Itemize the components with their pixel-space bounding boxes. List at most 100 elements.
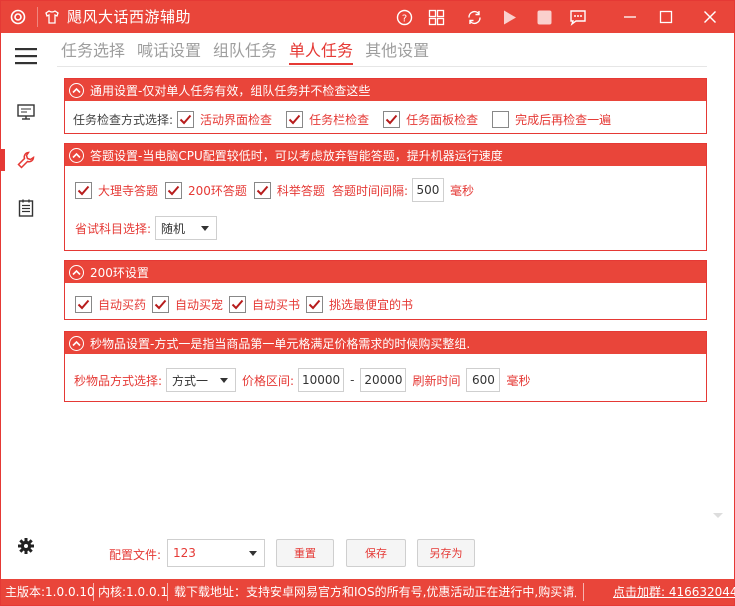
- subject-row: 省试科目选择: 随机: [75, 216, 218, 240]
- ring200-options-row: 自动买药 自动买宠 自动买书 挑选最便宜的书: [75, 293, 413, 315]
- close-icon[interactable]: [701, 8, 719, 26]
- method-value: 方式一: [172, 373, 209, 388]
- chat-icon[interactable]: [569, 8, 587, 26]
- play-icon[interactable]: [500, 8, 518, 26]
- checkbox-label: 任务面板检查: [406, 112, 479, 127]
- tab-shout-settings[interactable]: 喊话设置: [137, 39, 201, 65]
- checkbox-label: 科举答题: [276, 183, 325, 198]
- config-file-dropdown[interactable]: 123: [167, 539, 265, 567]
- checkbox-auto-buy-pet[interactable]: [152, 295, 170, 313]
- refresh-time-label: 刷新时间: [412, 373, 461, 388]
- sidebar-active-indicator: [1, 149, 5, 171]
- price-range-label: 价格区间:: [242, 373, 295, 388]
- minimize-icon[interactable]: [621, 8, 639, 26]
- seckill-row: 秒物品方式选择: 方式一 价格区间: 10000 - 20000 刷新时间 60…: [74, 368, 530, 392]
- checkbox-label: 大理寺答题: [98, 183, 159, 198]
- tab-task-select[interactable]: 任务选择: [61, 39, 125, 65]
- title-bar: 飓风大话西游辅助 ?: [1, 1, 734, 33]
- wrench-settings-icon[interactable]: [14, 149, 38, 171]
- svg-text:?: ?: [401, 13, 406, 24]
- tab-team-tasks[interactable]: 组队任务: [213, 39, 277, 65]
- collapse-chevron-icon[interactable]: [69, 335, 84, 351]
- checkbox-auto-buy-book[interactable]: [229, 295, 247, 313]
- checkbox-activity-check[interactable]: [177, 110, 195, 128]
- dropdown-arrow-icon: [249, 551, 257, 556]
- price-min-input[interactable]: 10000: [298, 368, 345, 392]
- skin-shirt-icon[interactable]: [43, 8, 61, 26]
- main-version: 主版本:1.0.0.10: [5, 585, 95, 599]
- stop-icon[interactable]: [535, 8, 553, 26]
- method-dropdown[interactable]: 方式一: [166, 368, 237, 392]
- checkbox-label: 自动买药: [98, 297, 147, 312]
- subject-value: 随机: [161, 221, 186, 236]
- notes-list-icon[interactable]: [14, 197, 38, 219]
- panel-header[interactable]: 200环设置: [65, 261, 706, 283]
- price-max-input[interactable]: 20000: [360, 368, 407, 392]
- interval-input[interactable]: 500: [411, 178, 444, 202]
- checkbox-200ring-quiz[interactable]: [165, 181, 183, 199]
- grid-apps-icon[interactable]: [427, 8, 445, 26]
- subject-dropdown[interactable]: 随机: [155, 216, 218, 240]
- collapse-chevron-icon[interactable]: [69, 264, 84, 280]
- tab-solo-tasks[interactable]: 单人任务: [289, 39, 354, 65]
- checkbox-label: 200环答题: [188, 183, 247, 198]
- gear-icon[interactable]: [14, 535, 38, 557]
- method-label: 秒物品方式选择:: [74, 373, 163, 388]
- dropdown-arrow-icon: [201, 226, 210, 231]
- ring200-settings-panel: 200环设置 自动买药 自动买宠 自动买书 挑选最便宜的书: [64, 260, 707, 320]
- save-as-button[interactable]: 另存为: [417, 539, 475, 567]
- checkbox-label: 任务栏检查: [309, 112, 370, 127]
- reset-button[interactable]: 重置: [276, 539, 334, 567]
- marquee-notice: 载下载地址：支持安卓网易官方和IOS的所有号,优惠活动正在进行中,购买请点: [174, 585, 576, 599]
- checkbox-label: 完成后再检查一遍: [515, 112, 612, 127]
- panel-title: 通用设置-仅对单人任务有效，组队任务并不检查这些: [90, 83, 371, 98]
- status-separator: [93, 583, 94, 601]
- window-title: 飓风大话西游辅助: [67, 8, 192, 26]
- status-bar: 主版本:1.0.0.10 内核:1.0.0.1 载下载地址：支持安卓网易官方和I…: [1, 579, 735, 605]
- checkbox-dali-quiz[interactable]: [75, 181, 92, 199]
- checkbox-taskpanel-check[interactable]: [383, 110, 401, 128]
- panel-title: 答题设置-当电脑CPU配置较低时，可以考虑放弃智能答题，提升机器运行速度: [90, 148, 503, 163]
- interval-label: 答题时间间隔:: [331, 183, 408, 198]
- config-file-value: 123: [173, 546, 196, 560]
- panel-header[interactable]: 答题设置-当电脑CPU配置较低时，可以考虑放弃智能答题，提升机器运行速度: [65, 144, 706, 166]
- app-logo-icon: [9, 8, 27, 26]
- monitor-icon[interactable]: [14, 101, 38, 123]
- checkbox-imperial-exam-quiz[interactable]: [253, 181, 271, 199]
- checkbox-auto-buy-medicine[interactable]: [75, 295, 92, 313]
- checkbox-taskbar-check[interactable]: [286, 110, 304, 128]
- panel-title: 200环设置: [90, 265, 149, 280]
- dropdown-arrow-icon: [220, 378, 229, 383]
- panel-header[interactable]: 通用设置-仅对单人任务有效，组队任务并不检查这些: [65, 79, 706, 101]
- collapse-chevron-icon[interactable]: [69, 82, 84, 98]
- status-separator: [167, 583, 168, 601]
- collapse-chevron-icon[interactable]: [69, 147, 84, 163]
- save-button[interactable]: 保存: [346, 539, 406, 567]
- maximize-icon[interactable]: [657, 8, 675, 26]
- scroll-down-arrow-icon[interactable]: [713, 513, 723, 518]
- panel-header[interactable]: 秒物品设置-方式一是指当商品第一单元格满足价格需求的时候购买整组.: [65, 332, 706, 354]
- general-settings-panel: 通用设置-仅对单人任务有效，组队任务并不检查这些 任务检查方式选择: 活动界面检…: [64, 78, 707, 134]
- check-method-row: 任务检查方式选择: 活动界面检查 任务栏检查 任务面板检查 完成后再检查一遍: [73, 108, 611, 130]
- interval-unit: 毫秒: [449, 183, 474, 198]
- checkbox-label: 挑选最便宜的书: [329, 297, 414, 312]
- checkbox-recheck-after[interactable]: [492, 110, 510, 128]
- hamburger-menu-icon[interactable]: [14, 45, 38, 67]
- quiz-options-row: 大理寺答题 200环答题 科举答题 答题时间间隔: 500 毫秒: [75, 178, 474, 202]
- panel-title: 秒物品设置-方式一是指当商品第一单元格满足价格需求的时候购买整组.: [90, 336, 471, 351]
- refresh-time-input[interactable]: 600: [466, 368, 501, 392]
- quiz-settings-panel: 答题设置-当电脑CPU配置较低时，可以考虑放弃智能答题，提升机器运行速度 大理寺…: [64, 143, 707, 251]
- app-window: 飓风大话西游辅助 ? 任务选择 喊话设置 组队任务 单人任务 其他设置 通用设置…: [0, 0, 735, 606]
- tab-other-settings[interactable]: 其他设置: [365, 39, 429, 65]
- check-method-label: 任务检查方式选择:: [73, 112, 174, 127]
- status-separator: [583, 583, 584, 601]
- title-separator: [37, 7, 38, 27]
- help-icon[interactable]: ?: [395, 8, 413, 26]
- checkbox-label: 自动买书: [252, 297, 301, 312]
- core-version: 内核:1.0.0.1: [98, 585, 169, 599]
- join-group-link[interactable]: 点击加群: 416632044: [613, 584, 735, 600]
- tab-underline-divider: [57, 66, 707, 67]
- range-dash: -: [350, 373, 355, 387]
- refresh-icon[interactable]: [465, 8, 483, 26]
- checkbox-cheapest-book[interactable]: [306, 295, 324, 313]
